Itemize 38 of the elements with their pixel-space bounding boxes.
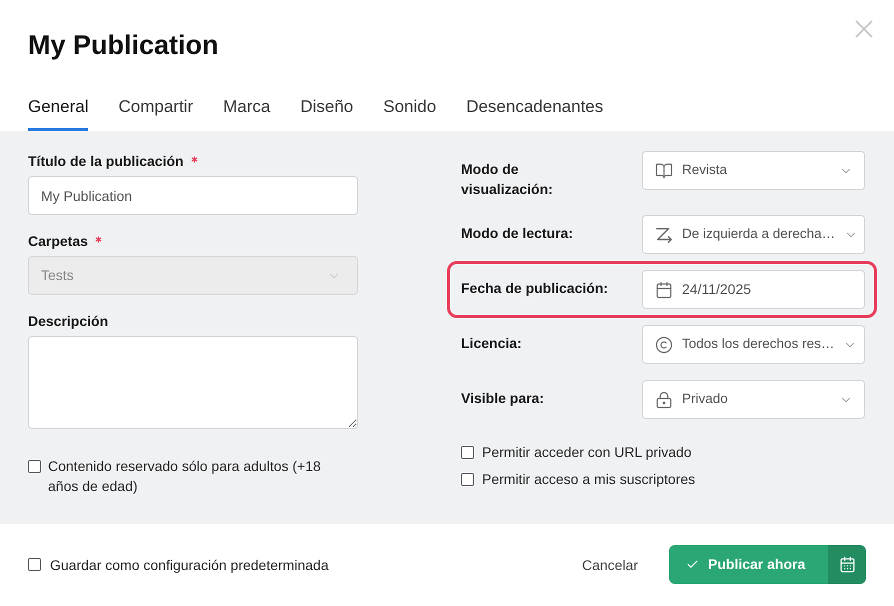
field-label: Carpetas bbox=[28, 232, 88, 250]
dialog-title: My Publication bbox=[28, 29, 219, 61]
schedule-button[interactable] bbox=[828, 545, 866, 584]
field-label: Descripción bbox=[28, 312, 108, 330]
checkbox-label: Permitir acceso a mis suscriptores bbox=[482, 470, 696, 489]
field-label: Visible para: bbox=[461, 389, 546, 408]
calendar-icon bbox=[838, 556, 856, 573]
field-label: Título de la publicación bbox=[28, 152, 184, 170]
checkbox-label: Guardar como configuración predeterminada bbox=[50, 556, 329, 574]
zigzag-arrow-icon bbox=[655, 226, 673, 244]
text-input[interactable]: My Publication bbox=[28, 176, 358, 215]
field-label: Modo de lectura: bbox=[461, 224, 574, 243]
select-field[interactable]: Revista bbox=[642, 151, 865, 190]
tab[interactable]: Marca bbox=[223, 85, 270, 131]
checkbox[interactable] bbox=[461, 446, 474, 458]
checkbox[interactable] bbox=[28, 460, 41, 473]
tab[interactable]: Diseño bbox=[300, 85, 354, 131]
checkbox[interactable] bbox=[461, 472, 474, 486]
padlock-icon bbox=[655, 390, 673, 408]
check-icon bbox=[686, 558, 699, 571]
checkbox-label: Permitir acceder con URL privado bbox=[482, 443, 692, 462]
tab[interactable]: Compartir bbox=[118, 85, 194, 131]
select-field[interactable]: Privado bbox=[642, 380, 865, 419]
field-label: Licencia: bbox=[461, 334, 523, 353]
date-field[interactable]: 24/11/2025 bbox=[642, 270, 865, 309]
tab[interactable]: Sonido bbox=[383, 85, 436, 131]
field-label: Fecha de publicación: bbox=[461, 279, 610, 298]
copyright-icon bbox=[655, 336, 673, 354]
field-label: Modo de visualización: bbox=[461, 160, 554, 199]
checkbox-label: Contenido reservado sólo para adultos (+18 años de edad) bbox=[48, 457, 322, 496]
book-icon bbox=[655, 162, 673, 180]
calendar-icon bbox=[655, 280, 673, 298]
select-field[interactable]: De izquierda a derecha… bbox=[642, 215, 865, 254]
tab[interactable]: Desencadenantes bbox=[466, 85, 604, 131]
close-icon bbox=[855, 20, 873, 38]
cancel-button[interactable]: Cancelar bbox=[582, 554, 638, 574]
checkbox[interactable] bbox=[28, 558, 41, 571]
select-field[interactable]: Todos los derechos res… bbox=[642, 325, 865, 364]
